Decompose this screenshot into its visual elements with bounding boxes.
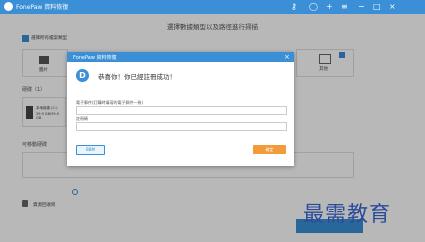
ok-button[interactable]: 確定	[253, 145, 286, 154]
success-message: 恭喜你！你已經註冊成功！	[98, 73, 176, 81]
key-icon[interactable]: ⚷	[291, 1, 297, 13]
dialog-close-icon[interactable]: ×	[284, 52, 290, 62]
email-field[interactable]	[76, 106, 287, 115]
app-title: FonePaw 資料恢復	[16, 4, 69, 11]
maximize-icon[interactable]: □	[373, 1, 381, 13]
menu-icon[interactable]: ≡	[341, 1, 348, 13]
app-logo-icon	[4, 2, 13, 11]
add-icon[interactable]: +	[326, 1, 333, 13]
chat-icon[interactable]: ◯	[309, 1, 318, 13]
title-bar: FonePaw 資料恢復 ⚷ ◯ + ≡ − □ ×	[0, 0, 425, 14]
buy-button[interactable]: BBM	[76, 145, 105, 155]
dialog-header: FonePaw 資料恢復 ×	[67, 52, 294, 62]
fonepaw-logo-icon: D	[76, 69, 89, 82]
registration-dialog: FonePaw 資料恢復 × D 恭喜你！你已經註冊成功！ 電子郵件(訂購時填寫…	[67, 52, 294, 166]
dialog-title: FonePaw 資料恢復	[73, 55, 117, 61]
minimize-icon[interactable]: −	[358, 1, 365, 13]
registration-code-field[interactable]	[76, 122, 287, 131]
close-icon[interactable]: ×	[389, 1, 396, 13]
watermark-text: 最需教育	[303, 202, 391, 226]
